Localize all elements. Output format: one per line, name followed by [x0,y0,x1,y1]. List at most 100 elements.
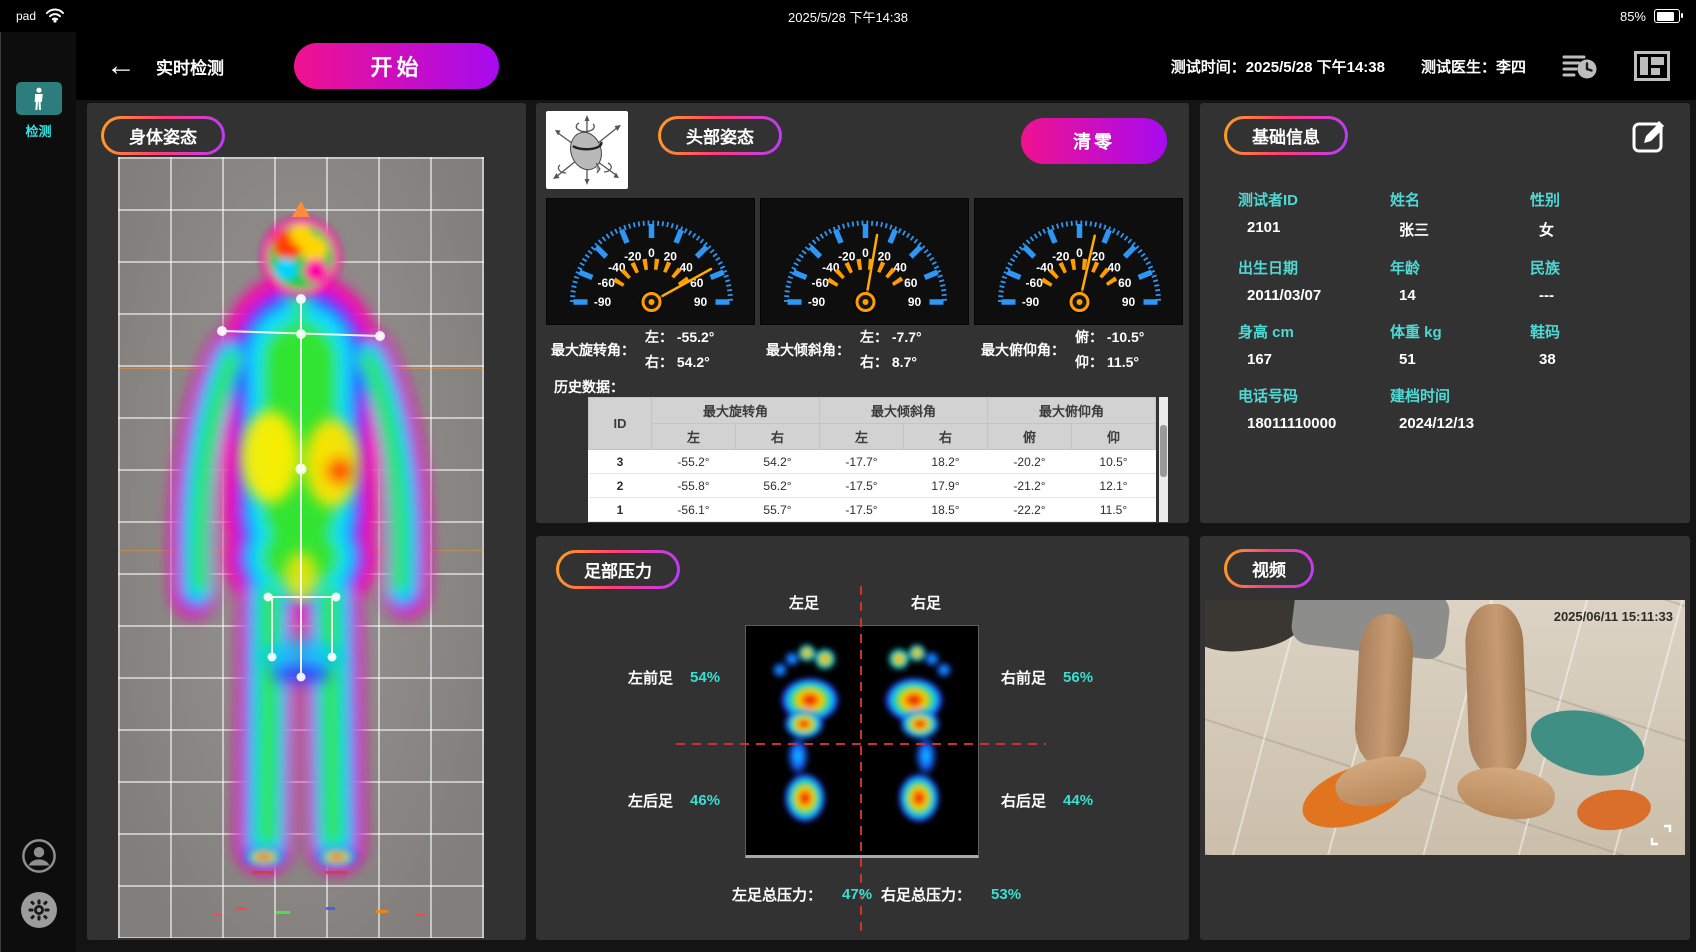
info-field: 建档时间2024/12/13 [1390,385,1530,432]
battery-icon [1654,9,1680,23]
info-field: 电话号码18011110000 [1238,385,1390,432]
history-data-label: 历史数据： [554,377,624,397]
history-row[interactable]: 1-56.1°55.7°-17.5°18.5°-22.2°11.5° [589,498,1156,522]
screen: pad 2025/5/28 下午14:38 85% 检测 [0,0,1696,952]
svg-text:60: 60 [904,276,918,290]
head-marker-triangle [292,201,310,217]
head-axes-thumbnail [546,111,628,189]
start-button[interactable]: 开始 [294,43,499,89]
test-doctor: 测试医生：李四 [1421,56,1526,77]
status-datetime: 2025/5/28 下午14:38 [0,7,1696,26]
table-scrollbar[interactable] [1159,397,1168,522]
foot-pressure-heatmap [745,625,979,858]
sidebar-item-detect[interactable]: 检测 [1,82,76,140]
svg-text:90: 90 [694,295,708,309]
svg-text:40: 40 [679,260,693,274]
svg-text:-60: -60 [812,276,830,290]
body-thermal-image [118,157,484,938]
horizontal-guide-line [676,743,1046,745]
reset-button[interactable]: 清零 [1021,118,1167,164]
video-timestamp: 2025/06/11 15:11:33 [1554,609,1673,624]
vertical-guide-line [860,586,862,931]
panel-head-posture: 头部姿态 清零 -90-60-40-20020406090 -90-60-40-… [536,103,1189,523]
left-foot-label: 左足 [774,592,834,613]
gauge-tilt: -90-60-40-20020406090 [760,198,969,325]
basic-info-badge: 基础信息 [1224,116,1348,155]
layout-icon[interactable] [1634,51,1670,81]
stat-right-forefoot: 右前足56% [1001,667,1093,688]
stat-left-rearfoot: 左后足46% [628,790,720,811]
svg-text:-20: -20 [1052,250,1070,264]
stat-left-forefoot: 左前足54% [628,667,720,688]
info-field: 测试者ID2101 [1238,189,1390,240]
scrollbar-thumb[interactable] [1160,425,1167,478]
panel-foot-pressure: 足部压力 左足 右足 [536,536,1189,940]
gauge-pitch: -90-60-40-20020406090 [974,198,1183,325]
detect-person-icon [16,82,62,115]
main-area: ← 实时检测 开始 测试时间：2025/5/28 下午14:38 测试医生：李四 [76,32,1696,952]
thermal-body-figure [118,157,484,938]
svg-text:60: 60 [1118,276,1132,290]
angle-readout: 最大倾斜角：左： -7.7°右： 8.7° [766,327,922,372]
sidebar: 检测 [0,32,76,952]
svg-text:90: 90 [908,295,922,309]
fullscreen-icon[interactable] [1650,824,1672,846]
stat-right-rearfoot: 右后足44% [1001,790,1093,811]
teal-insole [1525,701,1650,786]
panel-body-posture: 身体姿态 [87,103,526,940]
svg-text:0: 0 [862,246,869,260]
info-field: 体重 kg51 [1390,321,1530,368]
right-foot [1454,761,1559,826]
content: 身体姿态 [76,100,1696,952]
svg-text:40: 40 [893,260,907,274]
video-badge: 视频 [1224,549,1314,588]
status-bar: pad 2025/5/28 下午14:38 85% [0,0,1696,32]
svg-text:-90: -90 [594,295,612,309]
svg-text:-20: -20 [624,250,642,264]
svg-text:-60: -60 [1026,276,1044,290]
angle-readout: 最大俯仰角：俯： -10.5°仰： 11.5° [981,327,1144,372]
info-field: 鞋码38 [1530,321,1648,368]
svg-text:20: 20 [878,250,892,264]
gear-icon[interactable] [21,892,57,928]
total-right-pressure: 右足总压力：53% [881,884,1021,905]
total-left-pressure: 左足总压力：47% [732,884,872,905]
angle-readout: 最大旋转角：左： -55.2°右： 54.2° [551,327,714,372]
svg-text:0: 0 [1076,246,1083,260]
test-time: 测试时间：2025/5/28 下午14:38 [1171,56,1385,77]
head-posture-badge: 头部姿态 [658,116,782,155]
svg-text:-60: -60 [598,276,616,290]
svg-text:0: 0 [648,246,655,260]
info-field: 姓名张三 [1390,189,1530,240]
sidebar-item-label: 检测 [25,121,51,140]
panel-basic-info: 基础信息 测试者ID2101姓名张三性别女出生日期2011/03/07年龄14民… [1200,103,1690,523]
foot-pressure-badge: 足部压力 [556,550,680,589]
gauge-rotation: -90-60-40-20020406090 [546,198,755,325]
svg-text:20: 20 [664,250,678,264]
right-foot-label: 右足 [896,592,956,613]
body-posture-badge: 身体姿态 [101,116,225,155]
history-row[interactable]: 2-55.8°56.2°-17.5°17.9°-21.2°12.1° [589,474,1156,498]
history-row[interactable]: 3-55.2°54.2°-17.7°18.2°-20.2°10.5° [589,450,1156,474]
svg-text:20: 20 [1092,250,1106,264]
info-field: 性别女 [1530,189,1648,240]
avatar-icon[interactable] [21,838,57,874]
back-arrow-icon[interactable]: ← [106,51,136,81]
info-field: 身高 cm167 [1238,321,1390,368]
panel-video: 视频 2025/06/11 15:11:33 [1200,536,1690,940]
info-field: 出生日期2011/03/07 [1238,257,1390,304]
edit-icon[interactable] [1630,117,1668,155]
left-leg [1353,613,1415,768]
video-feed: 2025/06/11 15:11:33 [1205,600,1685,855]
svg-text:-90: -90 [1022,295,1040,309]
svg-text:90: 90 [1122,295,1136,309]
page-title: 实时检测 [156,54,224,79]
svg-text:40: 40 [1107,260,1121,274]
info-field: 年龄14 [1390,257,1530,304]
right-leg [1464,603,1528,777]
svg-text:-90: -90 [808,295,826,309]
svg-text:-20: -20 [838,250,856,264]
history-icon[interactable] [1562,51,1598,81]
history-table: ID最大旋转角最大倾斜角最大俯仰角左右左右俯仰3-55.2°54.2°-17.7… [588,397,1168,522]
info-field: 民族--- [1530,257,1648,304]
